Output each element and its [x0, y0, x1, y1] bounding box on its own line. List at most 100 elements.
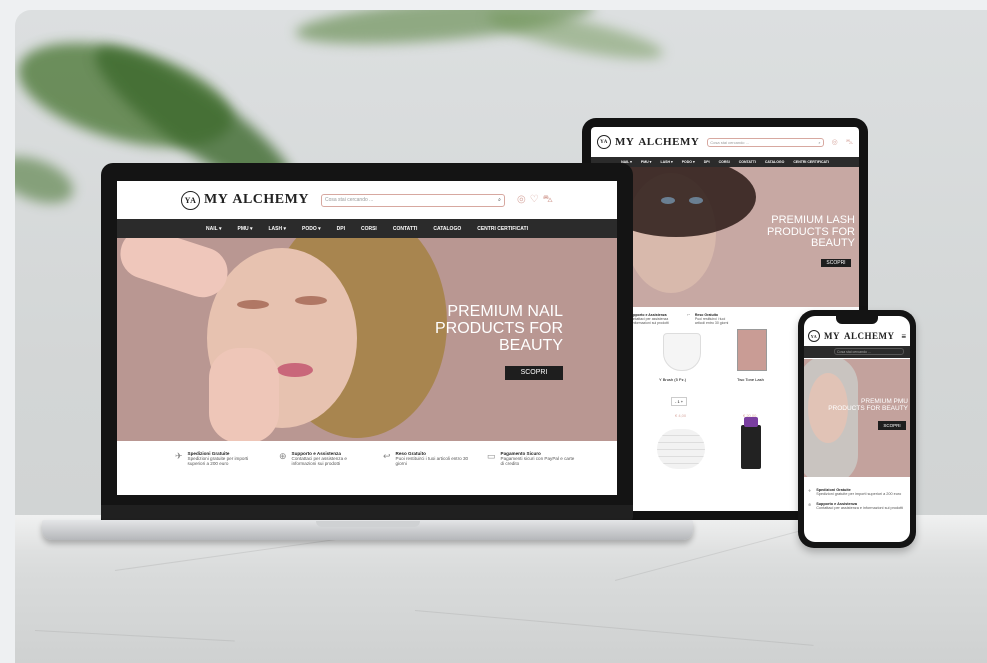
logo-name: ALCHEMY	[232, 192, 309, 207]
feature-desc: Contattaci per assistenza e informazioni…	[291, 456, 347, 466]
support-icon: ⊕	[808, 503, 812, 507]
logo[interactable]: YA MY ALCHEMY	[181, 190, 309, 210]
hero-line: PRODUCTS FOR BEAUTY	[828, 404, 908, 412]
account-icon[interactable]: ◎	[832, 138, 838, 146]
product-image[interactable]	[737, 329, 767, 371]
hero-hand	[209, 348, 279, 441]
feature-desc: Spedizioni gratuite per importi superior…	[816, 492, 902, 496]
nav-item-centri[interactable]: CENTRI CERTIFICATI	[477, 226, 528, 232]
logo-prefix: MY	[204, 192, 229, 207]
plane-icon: ✈	[175, 451, 183, 461]
hero-banner: PREMIUM NAIL PRODUCTS FOR BEAUTY SCOPRI	[117, 238, 617, 441]
card-icon: ▭	[487, 451, 496, 461]
search-input[interactable]: Cosa stai cercando ... ⌕	[707, 137, 824, 147]
feature-item: ▭ Pagamento Sicuro Pagamenti sicuri con P…	[487, 451, 577, 466]
hero-line: PREMIUM NAIL	[447, 303, 563, 320]
feature-item: ⊕ Supporto e Assistenza Contattaci per as…	[279, 451, 369, 466]
plane-icon: ✈	[808, 489, 812, 493]
laptop-notch	[316, 521, 420, 527]
menu-icon[interactable]: ≡	[901, 332, 906, 341]
phone-screen: YA MY ALCHEMY ≡ Cosa stai cercando ... PR…	[804, 316, 910, 542]
feature-item: ✈ Spedizioni Gratuite Spedizioni gratuite…	[808, 488, 906, 496]
feature-desc: Contattaci per assistenza e informazioni…	[816, 506, 904, 510]
phone-header: YA MY ALCHEMY ≡	[808, 330, 906, 342]
nav-item-lash[interactable]: LASH ▾	[269, 226, 287, 232]
hero-heading: PREMIUM PMU PRODUCTS FOR BEAUTY	[828, 398, 908, 413]
laptop-chin	[101, 505, 633, 521]
plant-leaf	[15, 147, 80, 213]
account-icon[interactable]: ◎	[517, 194, 526, 207]
hero-heading: PREMIUM NAIL PRODUCTS FOR BEAUTY	[435, 303, 563, 354]
feature-desc: Spedizioni gratuite per importi superior…	[187, 456, 249, 466]
search-placeholder: Cosa stai cercando ...	[837, 349, 871, 354]
product-name[interactable]: Y Brush (5 Pz.)	[659, 377, 686, 382]
nav-item-lash[interactable]: LASH ▾	[660, 160, 672, 164]
header-icons: ◎ ♡ ⛍	[517, 194, 553, 207]
nav-item-podo[interactable]: PODO ▾	[682, 160, 695, 164]
hero-line: BEAUTY	[498, 336, 563, 354]
product-image[interactable]	[663, 333, 701, 371]
main-nav: NAIL ▾ PMU ▾ LASH ▾ PODO ▾ DPI CORSI CON…	[591, 157, 859, 167]
hero-line: PREMIUM LASH	[771, 214, 855, 226]
feature-desc: Puoi restituirci i tuoi articoli entro 3…	[694, 317, 729, 325]
features-bar: ✈ Spedizioni Gratuite Spedizioni gratuite…	[117, 441, 617, 466]
search-placeholder: Cosa stai cercando ...	[324, 197, 374, 203]
product-image[interactable]	[741, 425, 761, 469]
nav-item-contatti[interactable]: CONTATTI	[739, 160, 756, 164]
return-icon: ↩	[686, 313, 690, 317]
nav-item-dpi[interactable]: DPI	[704, 160, 710, 164]
feature-item: ⊕ Supporto e Assistenza Contattaci per as…	[808, 502, 906, 510]
logo-prefix: MY	[824, 331, 840, 341]
hero-line: PRODUCTS FOR	[435, 319, 563, 337]
nav-item-pmu[interactable]: PMU ▾	[237, 226, 252, 232]
logo-mark-icon: YA	[181, 190, 201, 210]
cart-icon[interactable]: ⛍	[846, 138, 853, 147]
feature-item: ✈ Spedizioni Gratuite Spedizioni gratuite…	[175, 451, 265, 466]
logo-prefix: MY	[615, 136, 635, 148]
laptop-screen: YA MY ALCHEMY Cosa stai cercando ... ⌕ ◎ ♡ ⛍…	[117, 181, 617, 495]
nav-item-pmu[interactable]: PMU ▾	[641, 160, 652, 164]
nav-item-catalogo[interactable]: CATALOGO	[433, 226, 461, 232]
search-input[interactable]: Cosa stai cercando ...	[834, 348, 904, 355]
nav-item-catalogo[interactable]: CATALOGO	[765, 160, 785, 164]
logo-name: ALCHEMY	[638, 136, 700, 148]
cart-icon[interactable]: ⛍	[543, 194, 553, 207]
search-input[interactable]: Cosa stai cercando ... ⌕	[320, 193, 505, 207]
phone-device: YA MY ALCHEMY ≡ Cosa stai cercando ... PR…	[798, 310, 916, 548]
feature-item: ↩ Reso Gratuito Puoi restituirci i tuoi a…	[383, 451, 473, 466]
search-icon[interactable]: ⌕	[498, 197, 501, 203]
search-icon[interactable]: ⌕	[818, 140, 820, 145]
scopri-button[interactable]: SCOPRI	[505, 366, 563, 380]
product-name[interactable]: Two Tone Lash	[737, 377, 764, 382]
feature-desc: Puoi restituirci i tuoi articoli entro 3…	[395, 456, 469, 466]
nav-item-dpi[interactable]: DPI	[337, 226, 345, 232]
laptop-header: YA MY ALCHEMY Cosa stai cercando ... ⌕ ◎ ♡ ⛍	[117, 181, 617, 219]
logo-mark-icon: YA	[597, 135, 611, 149]
logo[interactable]: YA MY ALCHEMY	[808, 330, 895, 342]
return-icon: ↩	[383, 451, 391, 461]
scopri-button[interactable]: SCOPRI	[821, 259, 851, 267]
scopri-button[interactable]: SCOPRI	[878, 421, 906, 430]
plant-leaf	[483, 10, 667, 69]
nav-item-corsi[interactable]: CORSI	[719, 160, 730, 164]
product-price: € 4,00	[675, 413, 687, 418]
phone-search-bar: Cosa stai cercando ...	[804, 346, 910, 358]
hero-heading: PREMIUM LASH PRODUCTS FOR BEAUTY	[767, 214, 855, 250]
hero-line: BEAUTY	[810, 237, 855, 250]
nav-item-podo[interactable]: PODO ▾	[302, 226, 321, 232]
product-image[interactable]	[657, 429, 705, 469]
nav-item-centri[interactable]: CENTRI CERTIFICATI	[793, 160, 829, 164]
nav-item-corsi[interactable]: CORSI	[361, 226, 377, 232]
logo-mark-icon: YA	[808, 330, 820, 342]
feature-desc: Contattaci per assistenza e informazioni…	[628, 317, 669, 325]
feature-item: ↩ Reso Gratuito Puoi restituirci i tuoi a…	[687, 313, 731, 325]
quantity-stepper[interactable]: - 1 +	[671, 397, 688, 406]
logo[interactable]: YA MY ALCHEMY	[597, 135, 699, 149]
feature-desc: Pagamenti sicuri con PayPal e carte di c…	[500, 456, 575, 466]
phone-notch	[836, 316, 878, 324]
search-placeholder: Cosa stai cercando ...	[710, 139, 749, 145]
nav-item-nail[interactable]: NAIL ▾	[206, 226, 221, 232]
heart-icon[interactable]: ♡	[530, 194, 539, 207]
features-bar: ✈ Spedizioni Gratuite Spedizioni gratuite…	[808, 488, 906, 510]
nav-item-contatti[interactable]: CONTATTI	[393, 226, 418, 232]
